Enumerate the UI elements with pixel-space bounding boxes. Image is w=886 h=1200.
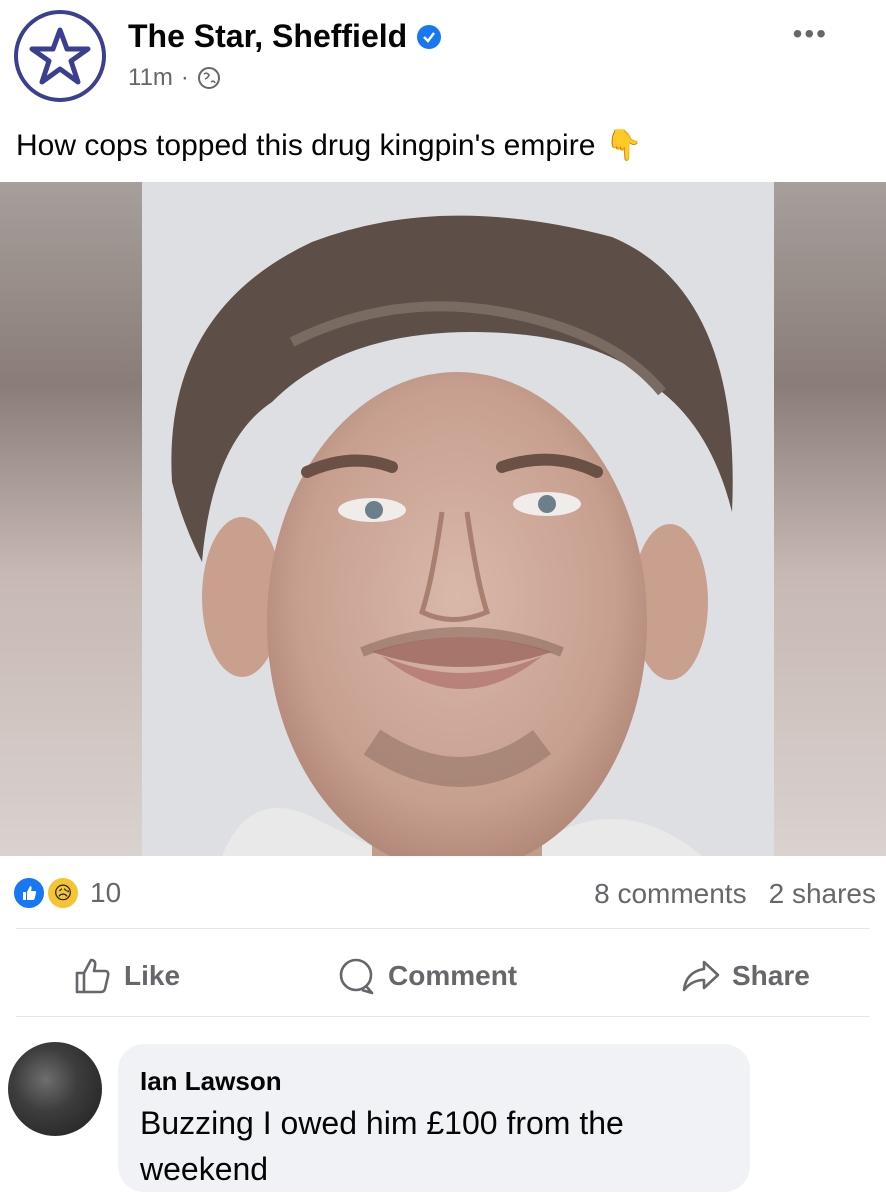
- more-options-icon[interactable]: •••: [793, 18, 828, 50]
- photo-blur-right: [774, 182, 886, 856]
- like-label: Like: [124, 960, 181, 991]
- caption-text: How cops topped this drug kingpin's empi…: [16, 128, 596, 162]
- comment-text: Buzzing I owed him £100 from the weekend: [140, 1105, 624, 1187]
- engagement-counts: 8 comments 2 shares: [594, 878, 876, 910]
- page-avatar[interactable]: [14, 10, 106, 102]
- post-photo[interactable]: [0, 182, 886, 856]
- page-name[interactable]: The Star, Sheffield: [128, 18, 442, 55]
- globe-icon: [197, 67, 220, 89]
- meta-separator: ·: [180, 64, 189, 91]
- comments-count[interactable]: 8 comments: [594, 878, 747, 910]
- thumbs-up-icon: [75, 958, 110, 994]
- comment-button[interactable]: Comment: [336, 956, 517, 996]
- reaction-summary[interactable]: 😥 10: [12, 876, 121, 910]
- divider-top: [16, 928, 870, 929]
- post-header: The Star, Sheffield 11m · ••• How cops t…: [0, 0, 886, 162]
- comment-author[interactable]: Ian Lawson: [140, 1066, 282, 1097]
- share-button[interactable]: Share: [680, 956, 810, 996]
- verified-badge-icon: [417, 24, 442, 49]
- comment-label: Comment: [388, 960, 518, 991]
- shares-count[interactable]: 2 shares: [769, 878, 876, 910]
- reaction-count[interactable]: 10: [90, 877, 121, 909]
- page-name-text[interactable]: The Star, Sheffield: [128, 18, 407, 55]
- share-label: Share: [732, 960, 810, 991]
- post-time[interactable]: 11m: [128, 64, 173, 92]
- divider-bottom: [16, 1016, 870, 1017]
- commenter-avatar[interactable]: [8, 1042, 102, 1136]
- like-reaction-icon: [12, 876, 46, 910]
- mugshot-illustration: [142, 182, 774, 856]
- comment-item: Ian Lawson Buzzing I owed him £100 from …: [0, 1036, 886, 1200]
- action-bar: Like Comment Share: [0, 940, 886, 1010]
- photo-blur-left: [0, 182, 142, 856]
- like-button[interactable]: Like: [72, 956, 180, 996]
- mugshot-photo[interactable]: [142, 182, 774, 856]
- post-meta: 11m ·: [128, 64, 221, 92]
- post-stats: 😥 10 8 comments 2 shares: [0, 862, 886, 922]
- comment-icon: [339, 958, 374, 995]
- share-icon: [682, 960, 720, 992]
- sad-reaction-icon: 😥: [46, 876, 80, 910]
- comment-bubble[interactable]: Ian Lawson Buzzing I owed him £100 from …: [118, 1044, 750, 1192]
- pointing-down-emoji: 👇: [605, 129, 643, 162]
- post-caption: How cops topped this drug kingpin's empi…: [16, 128, 643, 163]
- star-logo-icon: [29, 27, 91, 85]
